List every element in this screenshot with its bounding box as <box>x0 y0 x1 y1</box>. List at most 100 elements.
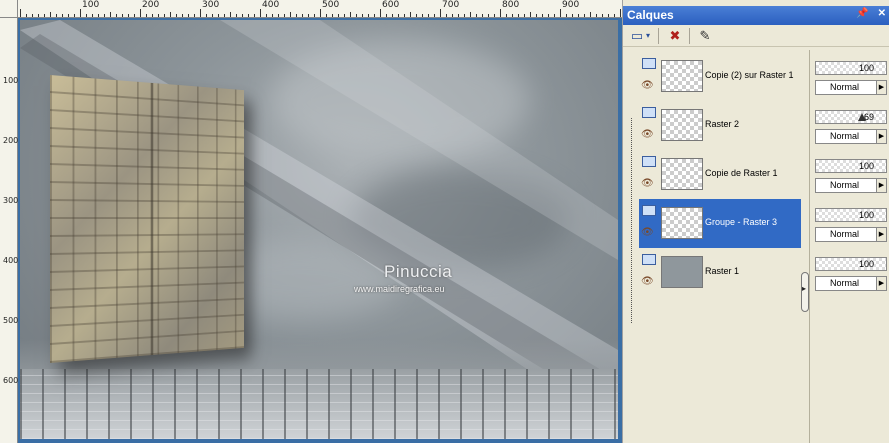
ruler-tick <box>308 14 309 17</box>
ruler-tick <box>356 14 357 17</box>
ruler-label: 700 <box>442 0 460 10</box>
ruler-label: 100 <box>3 76 19 85</box>
visibility-eye-icon[interactable]: 👁 <box>641 80 654 91</box>
layers-toolbar: ▭ ▾ ✖ ✎ <box>623 25 889 47</box>
layer-name: Copie de Raster 1 <box>705 168 778 178</box>
ruler-tick <box>314 14 315 17</box>
ruler-label: 900 <box>562 0 580 10</box>
ruler-tick <box>398 14 399 17</box>
opacity-value: 100 <box>858 259 874 269</box>
ruler-tick <box>536 14 537 17</box>
blend-mode-select[interactable]: Normal ▶ <box>815 276 887 291</box>
ruler-tick <box>44 14 45 17</box>
canvas-pane: 100 200 300 400 500 600 700 800 900 100 … <box>0 0 622 443</box>
layer-properties: 100 Normal ▶ <box>813 250 889 296</box>
ruler-tick <box>218 14 219 17</box>
ruler-tick <box>80 9 81 17</box>
blend-mode-value: Normal <box>830 82 860 92</box>
watermark-title: Pinuccia <box>384 262 453 281</box>
visibility-eye-icon[interactable]: 👁 <box>641 227 654 238</box>
blend-mode-select[interactable]: Normal ▶ <box>815 129 887 144</box>
layer-type-icon <box>642 205 656 216</box>
panel-title-bar[interactable]: Calques 📌 ✕ <box>623 6 889 25</box>
ruler-tick <box>164 14 165 17</box>
layers-panel: Calques 📌 ✕ ▭ ▾ ✖ ✎ 👁 Copie (2) sur Rast… <box>622 0 889 443</box>
opacity-slider[interactable]: 100 <box>815 208 887 222</box>
layer-properties-column: 100 Normal ▶ 69 Normal ▶ 100 Normal ▶ 100 N… <box>809 50 889 443</box>
visibility-eye-icon[interactable]: 👁 <box>641 178 654 189</box>
ruler-tick <box>548 14 549 17</box>
splitter-handle[interactable] <box>801 272 809 312</box>
blend-mode-value: Normal <box>830 229 860 239</box>
opacity-slider[interactable]: 100 <box>815 61 887 75</box>
panel-title: Calques <box>627 8 674 22</box>
layer-row[interactable]: 👁 Copie (2) sur Raster 1 <box>639 52 801 101</box>
layer-row-selected[interactable]: 👁 Groupe - Raster 3 <box>639 199 801 248</box>
ruler-tick <box>56 14 57 17</box>
ruler-tick <box>350 12 351 17</box>
ruler-tick <box>464 14 465 17</box>
ruler-tick <box>62 14 63 17</box>
ruler-tick <box>494 14 495 17</box>
ruler-tick <box>614 14 615 17</box>
ruler-tick <box>110 12 111 17</box>
pin-icon[interactable]: 📌 <box>856 8 868 19</box>
visibility-eye-icon[interactable]: 👁 <box>641 129 654 140</box>
ruler-label: 200 <box>142 0 160 10</box>
ruler-tick <box>92 14 93 17</box>
ruler-tick <box>224 14 225 17</box>
panel-splitter[interactable] <box>801 50 809 443</box>
image-canvas[interactable]: Pinuccia www.maidiregrafica.eu <box>20 20 618 439</box>
ruler-tick <box>386 14 387 17</box>
layer-row[interactable]: 👁 Raster 2 <box>639 101 801 150</box>
layer-properties: 100 Normal ▶ <box>813 152 889 198</box>
ruler-tick <box>296 14 297 17</box>
layer-thumbnail <box>661 256 703 288</box>
ruler-label: 500 <box>322 0 340 10</box>
ruler-tick <box>194 14 195 17</box>
ruler-tick <box>206 14 207 17</box>
ruler-tick <box>482 14 483 17</box>
ruler-tick <box>404 14 405 17</box>
blend-mode-select[interactable]: Normal ▶ <box>815 80 887 95</box>
ruler-tick <box>518 14 519 17</box>
close-icon[interactable]: ✕ <box>878 8 886 19</box>
ruler-tick <box>254 14 255 17</box>
ruler-tick <box>566 14 567 17</box>
ruler-tick <box>542 14 543 17</box>
ruler-tick <box>212 14 213 17</box>
layer-row[interactable]: 👁 Raster 1 <box>639 248 801 297</box>
ruler-tick <box>236 14 237 17</box>
ruler-tick <box>500 9 501 17</box>
wall-seam <box>150 82 154 356</box>
ruler-tick <box>320 9 321 17</box>
opacity-slider[interactable]: 69 <box>815 110 887 124</box>
layer-type-icon <box>642 156 656 167</box>
ruler-tick <box>116 14 117 17</box>
blend-mode-select[interactable]: Normal ▶ <box>815 178 887 193</box>
ruler-tick <box>368 14 369 17</box>
dropdown-arrow-icon[interactable]: ▾ <box>643 27 653 45</box>
ruler-tick <box>74 14 75 17</box>
visibility-eye-icon[interactable]: 👁 <box>641 276 654 287</box>
layer-name: Groupe - Raster 3 <box>705 217 778 227</box>
opacity-value: 100 <box>858 161 874 171</box>
opacity-slider[interactable]: 100 <box>815 159 887 173</box>
ruler-tick <box>506 14 507 17</box>
ruler-tick <box>290 12 291 17</box>
ruler-tick <box>182 14 183 17</box>
ruler-tick <box>242 14 243 17</box>
edit-mask-icon[interactable]: ✎ <box>695 27 715 45</box>
blend-mode-value: Normal <box>830 278 860 288</box>
ruler-tick <box>134 14 135 17</box>
blend-mode-select[interactable]: Normal ▶ <box>815 227 887 242</box>
layer-row[interactable]: 👁 Copie de Raster 1 <box>639 150 801 199</box>
ruler-label: 600 <box>3 376 19 385</box>
delete-layer-icon[interactable]: ✖ <box>665 27 685 45</box>
layer-thumbnail <box>661 60 703 92</box>
ruler-tick <box>416 14 417 17</box>
ruler-tick <box>410 12 411 17</box>
layer-properties: 100 Normal ▶ <box>813 201 889 247</box>
opacity-slider[interactable]: 100 <box>815 257 887 271</box>
ruler-tick <box>620 9 621 17</box>
